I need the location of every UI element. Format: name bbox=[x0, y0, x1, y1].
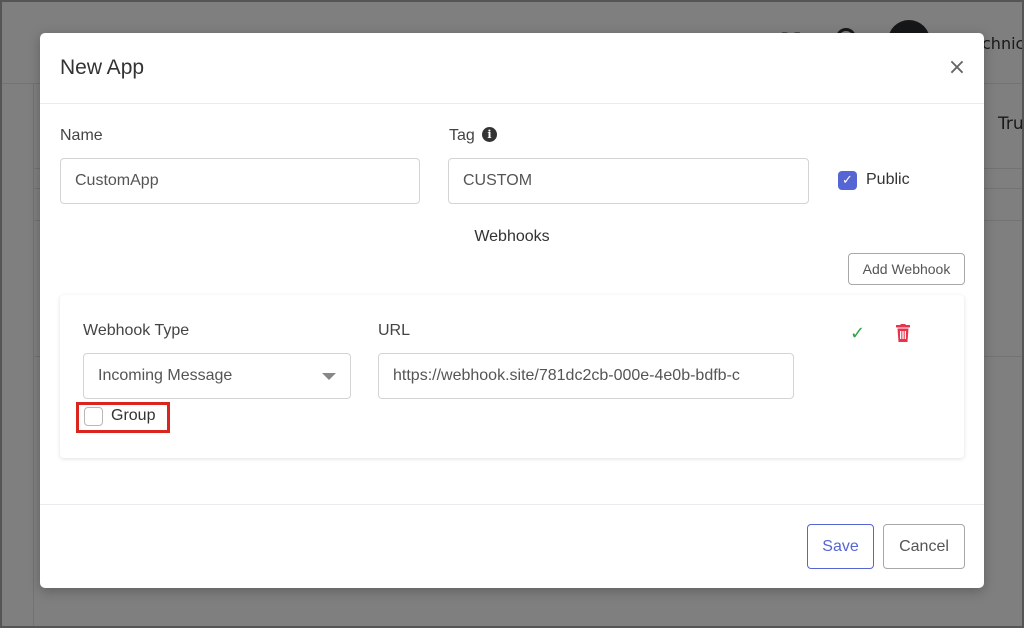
modal-header: New App × bbox=[40, 33, 984, 104]
cancel-button[interactable]: Cancel bbox=[883, 524, 965, 569]
save-button[interactable]: Save bbox=[807, 524, 874, 569]
add-webhook-button[interactable]: Add Webhook bbox=[848, 253, 965, 285]
webhook-type-label: Webhook Type bbox=[83, 322, 190, 339]
public-label: Public bbox=[866, 171, 910, 188]
modal-footer-divider bbox=[40, 504, 984, 505]
trash-icon[interactable] bbox=[896, 324, 910, 342]
url-input[interactable]: https://webhook.site/781dc2cb-000e-4e0b-… bbox=[378, 353, 794, 399]
webhooks-section-title: Webhooks bbox=[474, 228, 550, 245]
name-label: Name bbox=[60, 127, 103, 144]
modal-title: New App bbox=[60, 56, 145, 79]
name-input[interactable]: CustomApp bbox=[60, 158, 420, 204]
public-checkbox[interactable]: ✓ bbox=[838, 171, 857, 190]
url-label: URL bbox=[378, 322, 411, 339]
close-icon[interactable]: × bbox=[944, 55, 970, 81]
chevron-down-icon bbox=[322, 373, 336, 380]
group-checkbox[interactable] bbox=[84, 407, 103, 426]
group-label: Group bbox=[111, 407, 156, 424]
check-icon[interactable]: ✓ bbox=[850, 323, 865, 344]
info-icon[interactable]: i bbox=[482, 127, 497, 142]
new-app-modal: New App × Name CustomApp Tag i CUSTOM ✓ … bbox=[40, 33, 984, 588]
tag-label: Tag bbox=[449, 127, 475, 144]
webhook-type-select[interactable]: Incoming Message bbox=[83, 353, 351, 399]
tag-input[interactable]: CUSTOM bbox=[448, 158, 809, 204]
